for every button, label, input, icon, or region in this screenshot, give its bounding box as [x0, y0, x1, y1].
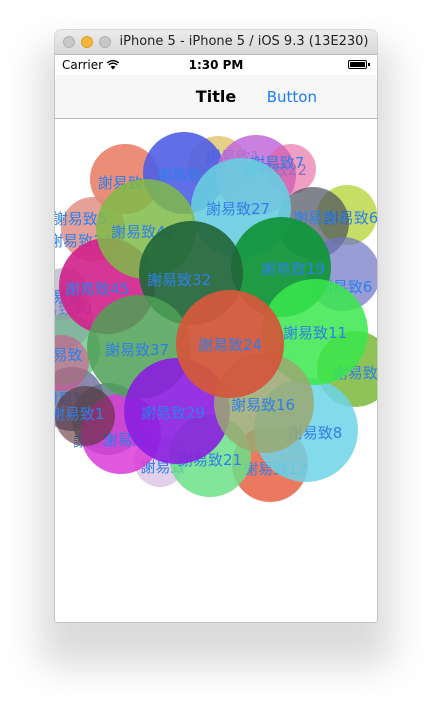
bubble-label: 謝易致29 [141, 404, 205, 422]
nav-button[interactable]: Button [267, 88, 317, 106]
bubble-label: 謝易致45 [65, 280, 129, 298]
simulator-window: iPhone 5 - iPhone 5 / iOS 9.3 (13E230) C… [55, 30, 377, 622]
nav-title: Title [195, 87, 237, 106]
zoom-window-button[interactable] [99, 36, 111, 48]
bubble-node[interactable]: 謝易致1 [55, 386, 115, 446]
window-title: iPhone 5 - iPhone 5 / iOS 9.3 (13E230) [119, 34, 369, 49]
bubble-label: 謝易致19 [261, 260, 325, 278]
navigation-bar: Title Button [55, 75, 377, 119]
bubble-label: 謝易致 [55, 346, 83, 364]
bubble-label: 謝易致27 [206, 200, 270, 218]
bubble-label: 謝易致11 [283, 324, 347, 342]
close-window-button[interactable] [63, 36, 75, 48]
bubble-label: 謝易致16 [231, 396, 295, 414]
status-bar: Carrier 1:30 PM [55, 55, 377, 75]
bubble-label: 謝易致24 [198, 336, 262, 354]
status-time: 1:30 PM [188, 58, 244, 72]
bubble-content-area: 謝易致1謝易致2謝易致3謝易致22謝易致5謝易致6謝易致7謝易致9謝易致10謝易… [55, 119, 377, 622]
bubble-label: 謝易致37 [105, 341, 169, 359]
traffic-lights [63, 36, 111, 48]
window-titlebar[interactable]: iPhone 5 - iPhone 5 / iOS 9.3 (13E230) [55, 30, 377, 55]
bubble-cluster: 謝易致1謝易致2謝易致3謝易致22謝易致5謝易致6謝易致7謝易致9謝易致10謝易… [55, 132, 377, 502]
bubble-label: 謝易致1 [55, 405, 104, 423]
bubble-label: 謝易致32 [147, 271, 211, 289]
battery-icon [348, 60, 370, 69]
minimize-window-button[interactable] [81, 36, 93, 48]
bubble-node[interactable]: 謝易致24 [176, 290, 284, 398]
